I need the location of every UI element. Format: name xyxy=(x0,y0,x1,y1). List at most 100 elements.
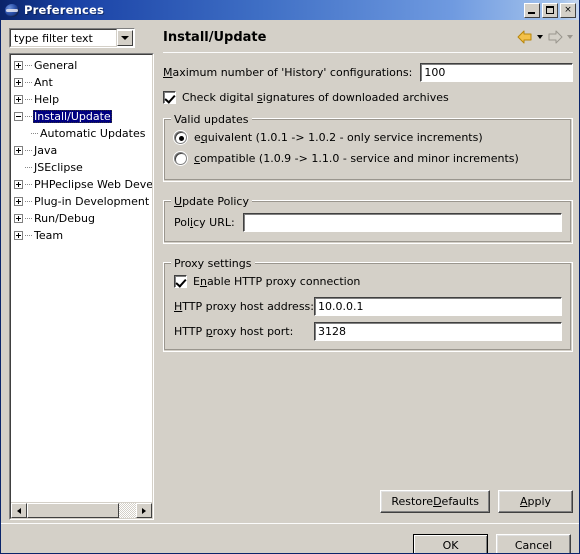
preference-page: Install/Update Maximum number of 'Histor… xyxy=(163,24,573,520)
page-button-bar: Restore Defaults Apply xyxy=(380,490,573,513)
tree-connector xyxy=(25,99,32,100)
restore-defaults-button[interactable]: Restore Defaults xyxy=(380,490,490,513)
scroll-track[interactable] xyxy=(27,503,136,518)
title-bar[interactable]: Preferences × xyxy=(1,0,579,20)
update-policy-group: Update Policy Policy URL: xyxy=(163,195,573,244)
tree-item-ant[interactable]: Ant xyxy=(11,74,152,91)
back-dropdown-icon[interactable] xyxy=(537,35,543,39)
expand-plus-icon[interactable] xyxy=(14,95,23,104)
expand-plus-icon[interactable] xyxy=(14,78,23,87)
tree-item-label: JSEclipse xyxy=(34,161,83,174)
tree-item-label: General xyxy=(34,59,78,72)
proxy-port-input[interactable]: 3128 xyxy=(314,322,562,341)
tree-item-java[interactable]: Java xyxy=(11,142,152,159)
tree-item-jseclipse[interactable]: JSEclipse xyxy=(11,159,152,176)
tree-item-plug-in-development[interactable]: Plug-in Development xyxy=(11,193,152,210)
minimize-button[interactable] xyxy=(524,2,540,18)
preferences-sidebar: type filter text General Ant Help Instal… xyxy=(7,28,155,520)
enable-proxy-label: Enable HTTP proxy connection xyxy=(193,275,361,288)
tree-item-phpeclipse-web-development[interactable]: PHPeclipse Web Developn xyxy=(11,176,152,193)
scroll-right-button[interactable] xyxy=(136,503,152,518)
radio-compatible[interactable] xyxy=(174,152,187,165)
proxy-host-row: HTTP proxy host address: 10.0.0.1 xyxy=(174,297,562,316)
forward-dropdown-icon xyxy=(567,35,573,39)
policy-url-label: Policy URL: xyxy=(174,216,235,229)
expand-plus-icon[interactable] xyxy=(14,197,23,206)
tree-connector xyxy=(25,218,32,219)
tree-item-team[interactable]: Team xyxy=(11,227,152,244)
tree-horizontal-scrollbar[interactable] xyxy=(11,502,152,518)
tree-item-general[interactable]: General xyxy=(11,57,152,74)
tree-item-label: Team xyxy=(34,229,64,242)
ok-button[interactable]: OK xyxy=(413,534,488,553)
expand-plus-icon[interactable] xyxy=(14,214,23,223)
collapse-minus-icon[interactable] xyxy=(14,112,23,121)
scroll-thumb[interactable] xyxy=(27,503,119,518)
tree-connector xyxy=(25,116,32,117)
expand-plus-icon[interactable] xyxy=(14,146,23,155)
forward-arrow-icon xyxy=(547,30,563,44)
history-input[interactable]: 100 xyxy=(420,63,573,82)
proxy-port-label: HTTP proxy host port: xyxy=(174,325,294,338)
filter-input[interactable]: type filter text xyxy=(10,29,117,47)
policy-url-row: Policy URL: xyxy=(174,213,562,232)
expand-plus-icon[interactable] xyxy=(14,180,23,189)
eclipse-globe-icon xyxy=(5,3,20,18)
update-policy-title: Update Policy xyxy=(171,195,252,208)
proxy-port-row: HTTP proxy host port: 3128 xyxy=(174,322,562,341)
tree-connector xyxy=(25,167,32,168)
tree-connector xyxy=(25,184,32,185)
arrow-left-icon xyxy=(17,507,21,514)
radio-compatible-label: compatible (1.0.9 -> 1.1.0 - service and… xyxy=(194,152,519,165)
preferences-tree[interactable]: General Ant Help Install/Update Automati… xyxy=(11,57,152,501)
check-signatures-label: Check digital signatures of downloaded a… xyxy=(182,91,449,104)
check-signatures-row[interactable]: Check digital signatures of downloaded a… xyxy=(163,91,573,104)
window-controls: × xyxy=(524,2,577,18)
chevron-down-icon xyxy=(121,36,129,40)
radio-equivalent-row[interactable]: equivalent (1.0.1 -> 1.0.2 - only servic… xyxy=(174,131,562,144)
preferences-tree-panel: General Ant Help Install/Update Automati… xyxy=(9,53,154,520)
enable-proxy-row[interactable]: Enable HTTP proxy connection xyxy=(174,275,562,288)
arrow-right-icon xyxy=(142,507,146,514)
check-signatures-checkbox[interactable] xyxy=(163,91,176,104)
mnemonic-char: n xyxy=(199,275,207,288)
radio-compatible-row[interactable]: compatible (1.0.9 -> 1.1.0 - service and… xyxy=(174,152,562,165)
tree-item-label: PHPeclipse Web Developn xyxy=(34,178,152,191)
apply-button[interactable]: Apply xyxy=(498,490,573,513)
history-field-row: Maximum number of 'History' configuratio… xyxy=(163,63,573,82)
proxy-host-input[interactable]: 10.0.0.1 xyxy=(314,297,562,316)
maximize-button[interactable] xyxy=(542,2,558,18)
back-arrow-icon[interactable] xyxy=(517,30,533,44)
radio-equivalent[interactable] xyxy=(174,131,187,144)
valid-updates-group: Valid updates equivalent (1.0.1 -> 1.0.2… xyxy=(163,113,573,182)
filter-dropdown-button[interactable] xyxy=(117,30,133,46)
page-navigation xyxy=(517,30,573,44)
tree-connector xyxy=(31,133,38,134)
mnemonic-char: M xyxy=(163,66,173,79)
tree-connector xyxy=(25,82,32,83)
tree-item-label: Install/Update xyxy=(33,110,112,123)
proxy-settings-group: Proxy settings Enable HTTP proxy connect… xyxy=(163,257,573,352)
tree-item-label: Help xyxy=(34,93,60,106)
tree-item-label: Automatic Updates xyxy=(40,127,146,140)
close-button[interactable]: × xyxy=(560,2,576,18)
tree-connector xyxy=(25,235,32,236)
tree-item-run-debug[interactable]: Run/Debug xyxy=(11,210,152,227)
expand-plus-icon[interactable] xyxy=(14,231,23,240)
mnemonic-char: U xyxy=(174,195,183,208)
mnemonic-char: D xyxy=(433,495,442,508)
scroll-left-button[interactable] xyxy=(11,503,27,518)
radio-equivalent-label: equivalent (1.0.1 -> 1.0.2 - only servic… xyxy=(194,131,483,144)
enable-proxy-checkbox[interactable] xyxy=(174,275,187,288)
tree-item-help[interactable]: Help xyxy=(11,91,152,108)
tree-item-install-update[interactable]: Install/Update xyxy=(11,108,152,125)
tree-connector xyxy=(25,65,32,66)
dialog-body: type filter text General Ant Help Instal… xyxy=(1,20,579,553)
page-title: Install/Update xyxy=(163,29,267,45)
expand-plus-icon[interactable] xyxy=(14,61,23,70)
filter-combo[interactable]: type filter text xyxy=(9,28,135,48)
close-icon: × xyxy=(564,4,572,15)
policy-url-input[interactable] xyxy=(242,213,562,232)
tree-item-automatic-updates[interactable]: Automatic Updates xyxy=(11,125,152,142)
cancel-button[interactable]: Cancel xyxy=(496,534,571,553)
